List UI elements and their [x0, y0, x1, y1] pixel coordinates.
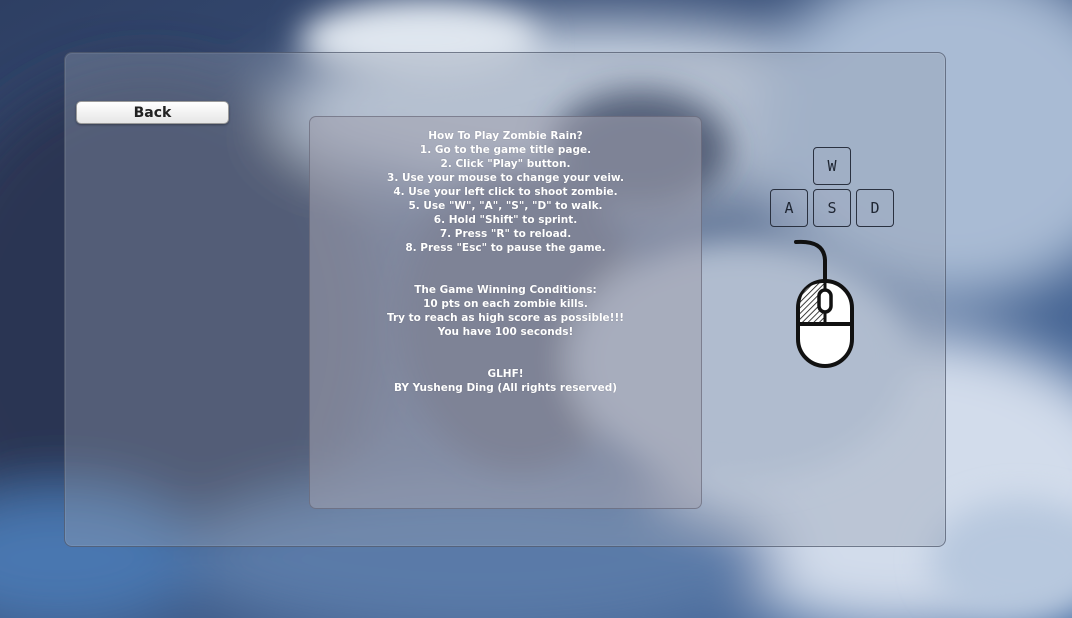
s-key-icon: S — [813, 189, 851, 227]
game-screen: Back How To Play Zombie Rain? 1. Go to t… — [0, 0, 1072, 618]
instruction-line: 3. Use your mouse to change your veiw. — [387, 172, 624, 184]
instructions-heading: How To Play Zombie Rain? — [428, 130, 583, 142]
instruction-line: 5. Use "W", "A", "S", "D" to walk. — [408, 200, 603, 212]
a-key-icon: A — [770, 189, 808, 227]
condition-line: 10 pts on each zombie kills. — [423, 298, 588, 310]
instructions-text: How To Play Zombie Rain? 1. Go to the ga… — [309, 129, 702, 395]
instruction-line: 8. Press "Esc" to pause the game. — [405, 242, 606, 254]
instruction-line: 7. Press "R" to reload. — [439, 228, 572, 240]
instruction-line: 2. Click "Play" button. — [440, 158, 571, 170]
instruction-line: 1. Go to the game title page. — [419, 144, 592, 156]
credits-line: BY Yusheng Ding (All rights reserved) — [393, 382, 618, 394]
instruction-line: 4. Use your left click to shoot zombie. — [393, 186, 618, 198]
credits-line: GLHF! — [487, 368, 524, 380]
w-key-icon: W — [813, 147, 851, 185]
condition-line: Try to reach as high score as possible!!… — [386, 312, 625, 324]
back-button[interactable]: Back — [76, 101, 229, 124]
conditions-heading: The Game Winning Conditions: — [414, 284, 597, 296]
d-key-icon: D — [856, 189, 894, 227]
condition-line: You have 100 seconds! — [437, 326, 574, 338]
instruction-line: 6. Hold "Shift" to sprint. — [433, 214, 578, 226]
mouse-left-click-icon — [794, 239, 854, 368]
